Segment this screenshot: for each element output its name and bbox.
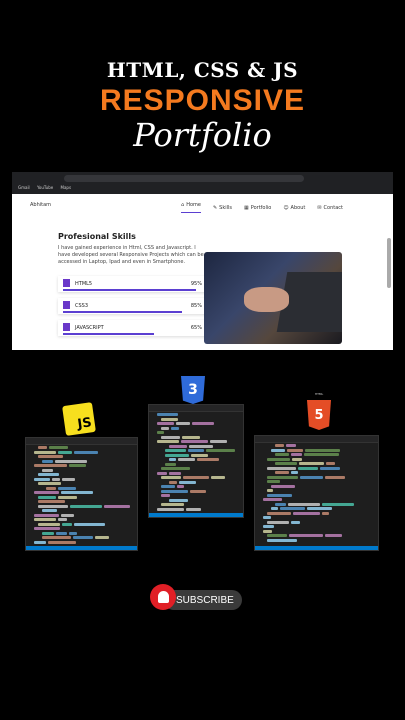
- code-lines: [255, 444, 378, 543]
- css3-icon: [63, 301, 70, 309]
- nav-home[interactable]: ⌂ Home: [181, 202, 201, 213]
- html5-logo: 5: [307, 400, 331, 430]
- editor-statusbar: [149, 513, 243, 517]
- css3-logo: 3: [181, 376, 205, 404]
- site-brand[interactable]: Abhitam: [30, 202, 51, 208]
- skill-name: HTML5: [75, 281, 93, 287]
- editor-tabbar: [149, 405, 243, 412]
- nav-portfolio-label: Portfolio: [250, 204, 272, 211]
- laptop-photo: [204, 252, 342, 344]
- nav-skills[interactable]: ✎ Skills: [213, 202, 232, 213]
- subscribe-button[interactable]: SUBSCRIBE: [150, 584, 242, 614]
- skill-name: CSS3: [75, 303, 89, 309]
- skill-card-css: CSS3 85%: [58, 298, 208, 314]
- skill-percent: 65%: [190, 325, 202, 331]
- nav-about-label: About: [290, 204, 306, 211]
- skill-percent: 95%: [190, 281, 202, 287]
- headline-line1: HTML, CSS & JS: [106, 58, 299, 82]
- nav-home-label: Home: [186, 202, 201, 208]
- nav-about[interactable]: ☺ About: [283, 202, 305, 213]
- editor-tabbar: [255, 436, 378, 443]
- skill-progress-bar: [63, 333, 154, 335]
- headline-line2: RESPONSIVE: [99, 84, 306, 117]
- javascript-logo: JS: [62, 402, 96, 436]
- grid-icon: ▦: [244, 204, 249, 211]
- skill-percent: 85%: [190, 303, 202, 309]
- nav-skills-label: Skills: [219, 204, 233, 211]
- skill-card-html: HTML5 95%: [58, 276, 208, 292]
- skill-progress-bar: [63, 311, 182, 313]
- code-lines: [26, 446, 137, 545]
- editor-statusbar: [26, 546, 137, 550]
- nav-portfolio[interactable]: ▦ Portfolio: [244, 202, 271, 213]
- browser-chrome: Gmail YouTube Maps: [12, 172, 393, 194]
- javascript-icon: [63, 323, 70, 331]
- page-scrollbar[interactable]: [387, 238, 391, 288]
- skill-card-js: JAVASCRIPT 65%: [58, 320, 208, 336]
- browser-window: Gmail YouTube Maps Abhitam ⌂ Home ✎ Skills…: [12, 172, 393, 350]
- js-code-editor: [25, 437, 138, 551]
- headline-line3: Portfolio: [133, 116, 272, 154]
- bookmark-maps[interactable]: Maps: [61, 185, 72, 190]
- skills-description: I have gained experience in Html, CSS an…: [58, 245, 204, 265]
- skill-name: JAVASCRIPT: [75, 325, 104, 331]
- html5-icon: [63, 279, 70, 287]
- chat-icon: ✉: [317, 204, 322, 211]
- skill-progress-bar: [63, 289, 196, 291]
- html-code-editor: [254, 435, 379, 551]
- bookmark-youtube[interactable]: YouTube: [37, 185, 53, 190]
- code-lines: [149, 413, 243, 512]
- nav-contact[interactable]: ✉ Contact: [317, 202, 343, 213]
- site-navbar: Abhitam ⌂ Home ✎ Skills ▦ Portfolio ☺ About …: [12, 194, 393, 216]
- skills-title: Profesional Skills: [58, 232, 136, 241]
- editor-statusbar: [255, 546, 378, 550]
- user-icon: ☺: [283, 204, 289, 211]
- subscribe-label: SUBSCRIBE: [176, 595, 234, 606]
- css-code-editor: [148, 404, 244, 518]
- pencil-icon: ✎: [212, 204, 218, 211]
- editor-tabbar: [26, 438, 137, 445]
- bookmark-gmail[interactable]: Gmail: [18, 185, 30, 190]
- bookmarks-bar: Gmail YouTube Maps: [18, 185, 77, 190]
- address-bar[interactable]: [64, 175, 304, 182]
- html5-logo-caption: HTML: [314, 392, 324, 396]
- bell-icon: [150, 584, 176, 610]
- nav-contact-label: Contact: [323, 204, 343, 211]
- home-icon: ⌂: [181, 202, 185, 208]
